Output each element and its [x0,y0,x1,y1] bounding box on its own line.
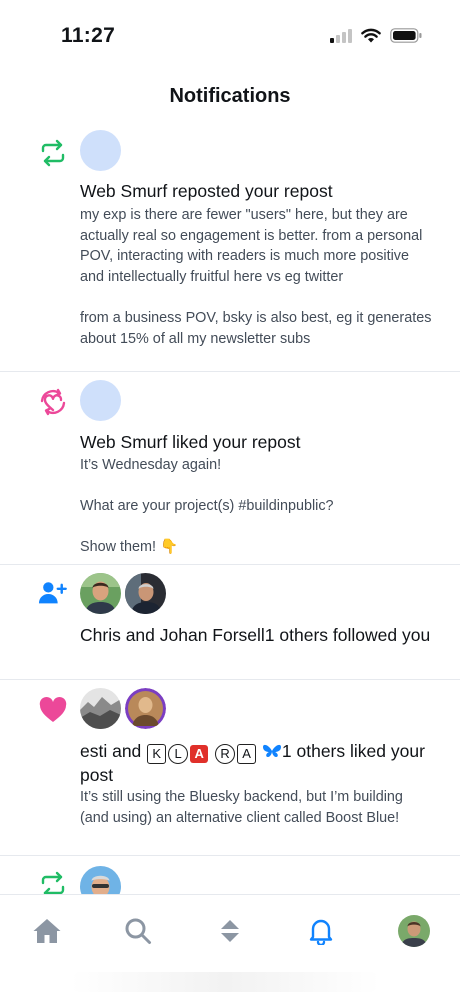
repost-heart-icon [38,387,68,417]
letter-a: A [190,745,209,763]
bell-icon [309,919,333,945]
avatar[interactable] [80,866,121,894]
tab-feeds[interactable] [212,913,248,949]
notification-item[interactable]: Chris and Johan Forsell1 others followed… [0,565,460,680]
heart-icon [38,695,68,725]
tab-notifications[interactable] [303,913,339,949]
notification-item[interactable]: Web Smurf reposted your repost my exp is… [0,122,460,372]
profile-avatar [398,915,430,947]
avatar-group [80,380,121,421]
notification-feed[interactable]: Web Smurf reposted your repost my exp is… [0,122,460,894]
status-bar: 11:27 [0,0,460,70]
notification-post-text[interactable]: It’s still using the Bluesky backend, bu… [80,787,435,828]
header: Notifications [0,70,460,122]
avatar[interactable] [125,688,166,729]
tab-home[interactable] [29,913,65,949]
notification-title: Chris and Johan Forsell1 others followed… [80,625,431,645]
avatar[interactable] [80,688,121,729]
notification-item[interactable]: esti and KLA RA 1 others liked your post… [0,680,460,856]
letter-k: K [147,744,167,764]
battery-icon [390,28,422,43]
letter-r: R [215,744,236,764]
notification-title: Web Smurf reposted your repost [80,181,333,201]
letter-l: L [168,744,189,764]
avatar[interactable] [80,380,121,421]
avatar-group [80,130,121,171]
page-title: Notifications [169,85,291,107]
butterfly-icon [262,744,281,757]
notification-item[interactable] [0,856,460,894]
status-time: 11:27 [61,24,116,47]
tab-profile[interactable] [396,913,432,949]
avatar[interactable] [80,573,121,614]
status-icons [330,28,422,43]
avatar-group [80,573,166,614]
cellular-signal-icon [330,28,352,43]
search-icon [125,918,151,944]
person-add-icon [38,578,68,608]
notification-post-text[interactable]: It’s Wednesday again! What are your proj… [80,455,435,558]
notification-post-text[interactable]: my exp is there are fewer "users" here, … [80,205,435,349]
home-icon [33,919,61,943]
avatar[interactable] [125,573,166,614]
title-prefix: esti and [80,741,147,761]
notification-title: Web Smurf liked your repost [80,432,301,452]
avatar-group [80,688,166,729]
avatar[interactable] [80,130,121,171]
repost-icon [38,870,68,894]
letter-a-2: A [237,744,257,764]
tab-search[interactable] [120,913,156,949]
avatar-group [80,866,121,894]
wifi-icon [361,28,381,43]
notification-title: esti and KLA RA 1 others liked your post [80,740,435,787]
notification-item[interactable]: Web Smurf liked your repost It’s Wednesd… [0,372,460,565]
home-indicator [70,972,380,992]
feeds-icon [221,920,239,942]
repost-icon [38,138,68,168]
